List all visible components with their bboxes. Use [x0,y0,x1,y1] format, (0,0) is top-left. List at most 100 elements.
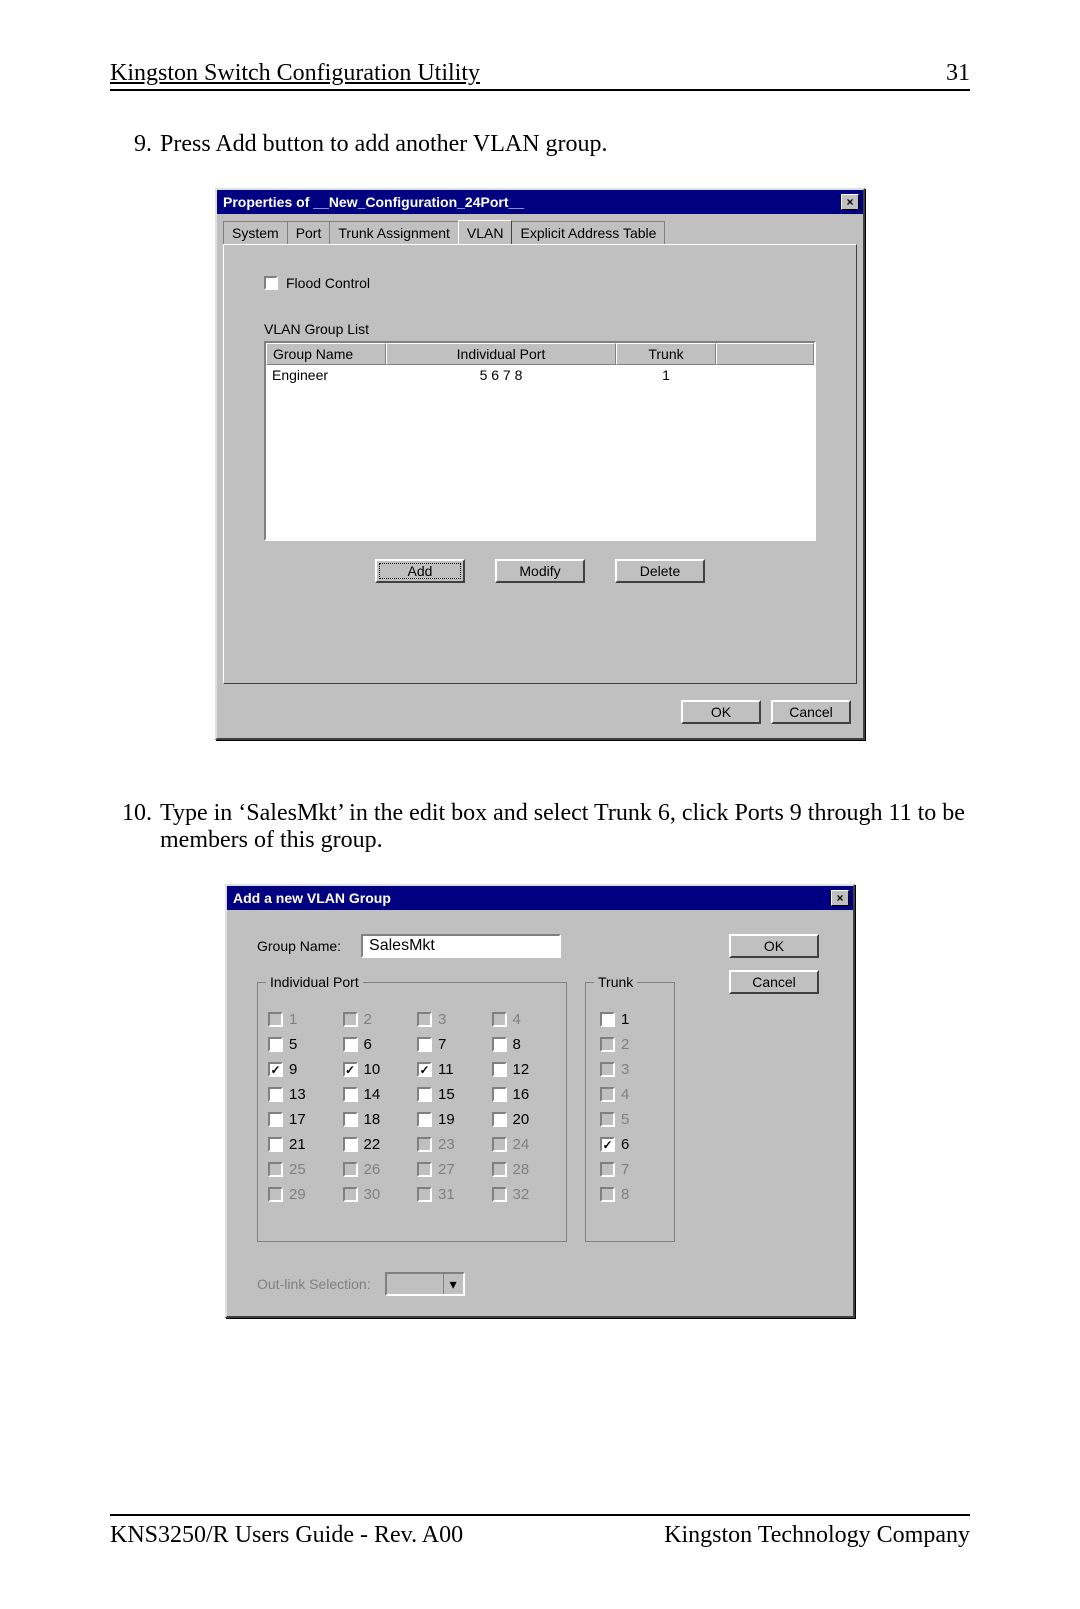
port-label-24: 24 [513,1136,530,1153]
port-22[interactable]: 22 [343,1136,408,1153]
port-checkbox-21[interactable] [268,1137,283,1152]
port-label-18: 18 [364,1111,381,1128]
outlink-select[interactable]: ▾ [385,1272,465,1296]
port-7[interactable]: 7 [417,1036,482,1053]
port-30: 30 [343,1186,408,1203]
tab-trunk-assignment[interactable]: Trunk Assignment [329,221,459,245]
cell-individual-port: 5 6 7 8 [386,365,616,385]
port-label-17: 17 [289,1111,306,1128]
group-name-input[interactable] [361,934,561,958]
port-19[interactable]: 19 [417,1111,482,1128]
port-checkbox-11[interactable]: ✓ [417,1062,432,1077]
port-checkbox-12[interactable] [492,1062,507,1077]
cell-group-name: Engineer [266,365,386,385]
trunk-checkbox-6[interactable]: ✓ [600,1137,615,1152]
trunk-2: 2 [600,1036,664,1053]
list-row[interactable]: Engineer 5 6 7 8 1 [266,365,814,385]
trunk-grid: 12345✓678 [596,997,664,1203]
port-20[interactable]: 20 [492,1111,557,1128]
close-icon[interactable]: × [841,194,859,210]
port-checkbox-17[interactable] [268,1112,283,1127]
port-29: 29 [268,1186,333,1203]
port-checkbox-6[interactable] [343,1037,358,1052]
port-checkbox-19[interactable] [417,1112,432,1127]
port-10[interactable]: ✓10 [343,1061,408,1078]
trunk-checkbox-1[interactable] [600,1012,615,1027]
tab-explicit-address[interactable]: Explicit Address Table [511,221,665,245]
port-15[interactable]: 15 [417,1086,482,1103]
tab-strip: System Port Trunk Assignment VLAN Explic… [217,214,863,244]
delete-button[interactable]: Delete [615,559,705,583]
port-checkbox-15[interactable] [417,1087,432,1102]
trunk-checkbox-4 [600,1087,615,1102]
port-checkbox-20[interactable] [492,1112,507,1127]
port-checkbox-14[interactable] [343,1087,358,1102]
port-checkbox-7[interactable] [417,1037,432,1052]
port-label-19: 19 [438,1111,455,1128]
port-checkbox-13[interactable] [268,1087,283,1102]
add-vlan-dialog: Add a new VLAN Group × Group Name: Ind [225,884,855,1318]
vlan-group-list[interactable]: Group Name Individual Port Trunk Enginee… [264,341,816,541]
port-5[interactable]: 5 [268,1036,333,1053]
port-6[interactable]: 6 [343,1036,408,1053]
trunk-label-8: 8 [621,1186,629,1203]
add-button[interactable]: Add [375,559,465,583]
port-checkbox-28 [492,1162,507,1177]
port-17[interactable]: 17 [268,1111,333,1128]
port-16[interactable]: 16 [492,1086,557,1103]
port-label-2: 2 [364,1011,372,1028]
port-checkbox-5[interactable] [268,1037,283,1052]
port-checkbox-31 [417,1187,432,1202]
port-27: 27 [417,1161,482,1178]
port-checkbox-4 [492,1012,507,1027]
port-label-16: 16 [513,1086,530,1103]
port-checkbox-9[interactable]: ✓ [268,1062,283,1077]
port-label-4: 4 [513,1011,521,1028]
port-checkbox-16[interactable] [492,1087,507,1102]
port-checkbox-10[interactable]: ✓ [343,1062,358,1077]
col-pad [716,343,814,365]
tab-system[interactable]: System [223,221,288,245]
tab-vlan[interactable]: VLAN [458,220,513,244]
trunk-6[interactable]: ✓6 [600,1136,664,1153]
add-vlan-title: Add a new VLAN Group [233,890,391,906]
ok-button[interactable]: OK [681,700,761,724]
port-23: 23 [417,1136,482,1153]
port-checkbox-18[interactable] [343,1112,358,1127]
port-13[interactable]: 13 [268,1086,333,1103]
cancel-button[interactable]: Cancel [771,700,851,724]
trunk-1[interactable]: 1 [600,1011,664,1028]
port-3: 3 [417,1011,482,1028]
port-1: 1 [268,1011,333,1028]
tab-port[interactable]: Port [287,221,331,245]
port-31: 31 [417,1186,482,1203]
port-label-6: 6 [364,1036,372,1053]
trunk-checkbox-5 [600,1112,615,1127]
port-21[interactable]: 21 [268,1136,333,1153]
port-8[interactable]: 8 [492,1036,557,1053]
port-14[interactable]: 14 [343,1086,408,1103]
port-label-27: 27 [438,1161,455,1178]
port-label-7: 7 [438,1036,446,1053]
chevron-down-icon[interactable]: ▾ [443,1274,463,1294]
trunk-7: 7 [600,1161,664,1178]
port-2: 2 [343,1011,408,1028]
port-checkbox-1 [268,1012,283,1027]
port-checkbox-29 [268,1187,283,1202]
port-checkbox-8[interactable] [492,1037,507,1052]
trunk-3: 3 [600,1061,664,1078]
port-26: 26 [343,1161,408,1178]
port-18[interactable]: 18 [343,1111,408,1128]
close-icon[interactable]: × [831,890,849,906]
port-checkbox-22[interactable] [343,1137,358,1152]
port-9[interactable]: ✓9 [268,1061,333,1078]
port-label-11: 11 [438,1061,454,1078]
port-label-21: 21 [289,1136,306,1153]
trunk-checkbox-2 [600,1037,615,1052]
cancel-button[interactable]: Cancel [729,970,819,994]
ok-button[interactable]: OK [729,934,819,958]
modify-button[interactable]: Modify [495,559,585,583]
port-11[interactable]: ✓ 11 [417,1061,482,1078]
flood-control-checkbox[interactable] [264,276,278,290]
port-12[interactable]: 12 [492,1061,557,1078]
